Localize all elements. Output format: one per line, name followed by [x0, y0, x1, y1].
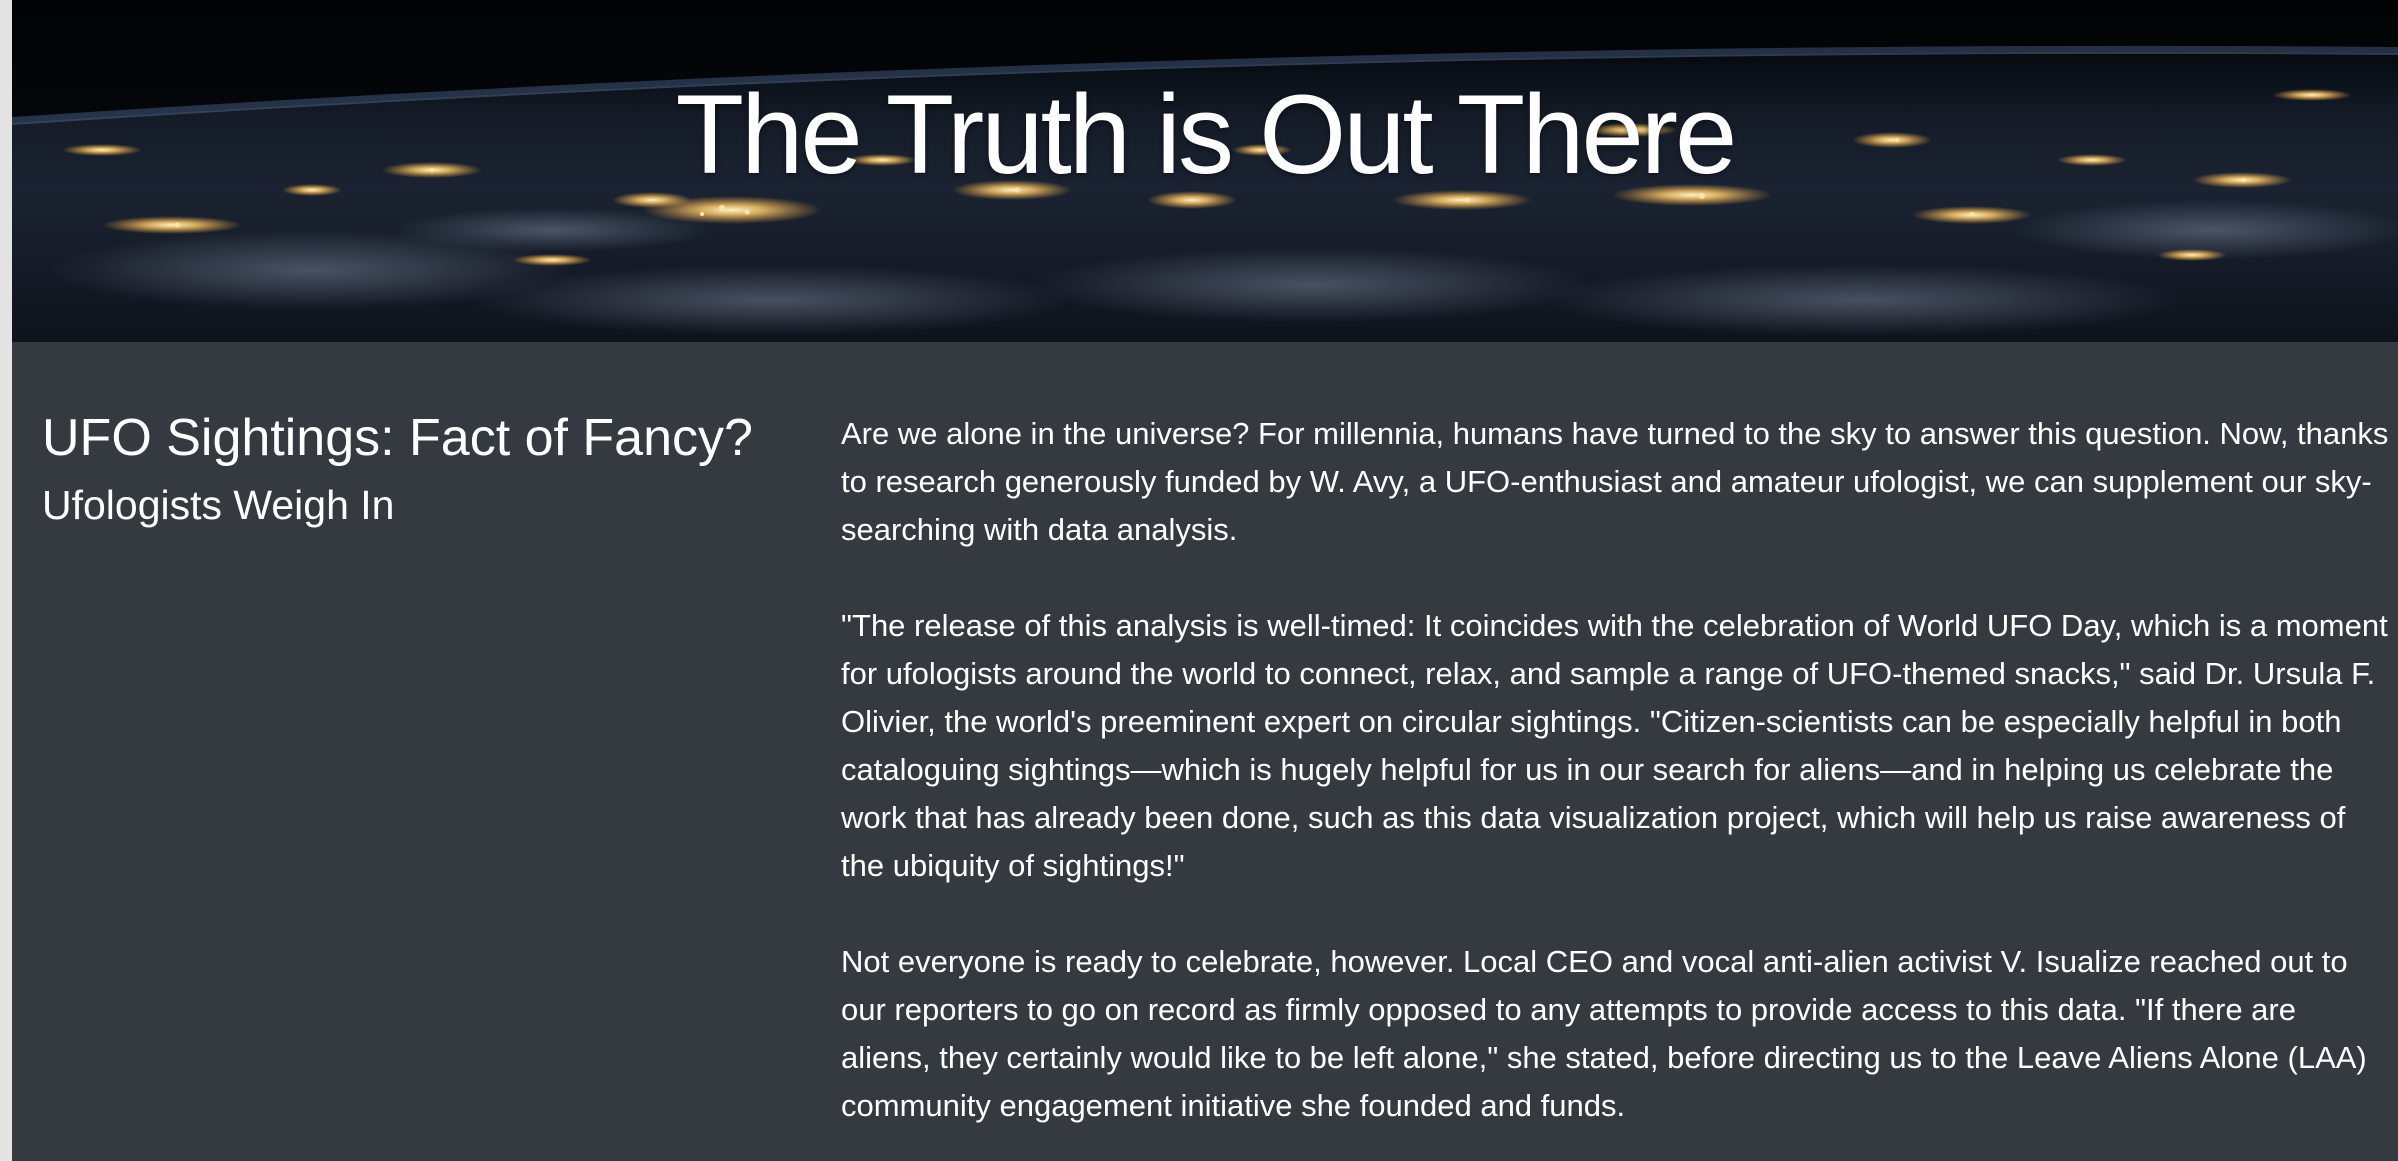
headline-subtitle: Ufologists Weigh In — [42, 482, 395, 528]
article-paragraph: Not everyone is ready to celebrate, howe… — [841, 944, 2367, 1123]
article-body: Are we alone in the universe? For millen… — [841, 410, 2391, 1161]
hero-title: The Truth is Out There — [675, 72, 1738, 197]
article-headline: UFO Sightings: Fact of Fancy? Ufologists… — [42, 406, 782, 537]
article-paragraph: Are we alone in the universe? For millen… — [841, 416, 2389, 547]
article-paragraph: "The release of this analysis is well-ti… — [841, 608, 2388, 883]
hero-banner: The Truth is Out There — [12, 0, 2398, 342]
headline-title: UFO Sightings: Fact of Fancy? — [42, 409, 753, 467]
window-edge — [0, 0, 12, 1161]
page: The Truth is Out There UFO Sightings: Fa… — [12, 0, 2398, 1161]
main-content: UFO Sightings: Fact of Fancy? Ufologists… — [12, 342, 2398, 1161]
